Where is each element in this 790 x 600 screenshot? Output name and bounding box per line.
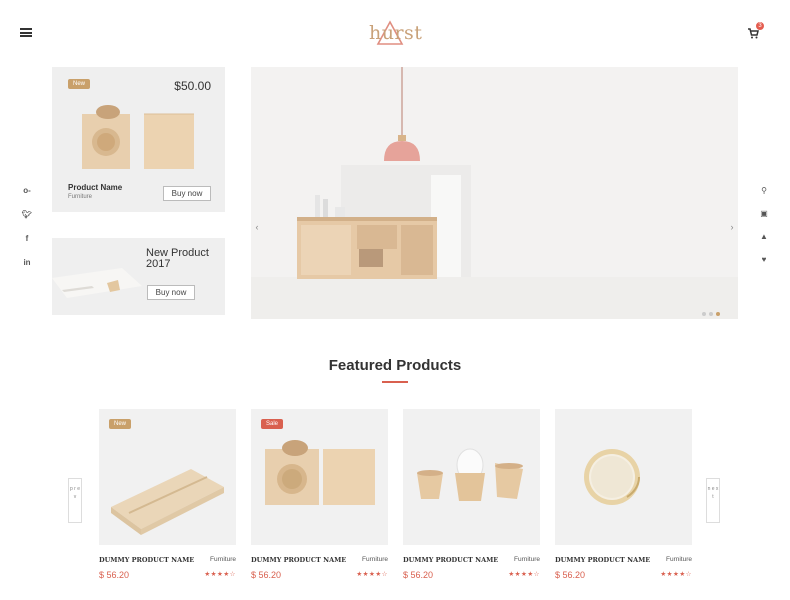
product-image[interactable] <box>403 409 540 545</box>
hero-prev-arrow[interactable]: ‹ <box>251 217 263 237</box>
logo-text: hurst <box>369 22 423 44</box>
promo-price: $50.00 <box>174 79 211 93</box>
slider-dot[interactable] <box>709 312 713 316</box>
next-button[interactable]: n e x t <box>706 478 720 523</box>
featured-title: Featured Products <box>328 357 462 374</box>
twitter-icon[interactable]: 🐦︎ <box>20 210 34 234</box>
slider-dots <box>699 303 720 319</box>
new-badge: New <box>109 419 132 429</box>
product-card[interactable]: New DUMMY PRODUCT NAME Furniture $ 56.20… <box>99 409 236 580</box>
key-icon[interactable]: o- <box>20 186 34 210</box>
facebook-icon[interactable]: f <box>20 234 34 258</box>
product-card[interactable]: DUMMY PRODUCT NAME Furniture $ 56.20 ★★★… <box>403 409 540 580</box>
product-image[interactable]: Sale <box>251 409 388 545</box>
promo-card-new-product[interactable]: New Product 2017 Buy now <box>52 238 225 315</box>
product-name[interactable]: DUMMY PRODUCT NAME <box>403 556 498 564</box>
prev-button[interactable]: p r e v <box>68 478 82 523</box>
product-price: $ 56.20 <box>251 570 282 580</box>
product-name[interactable]: DUMMY PRODUCT NAME <box>99 556 194 564</box>
product-category[interactable]: Furniture <box>514 556 540 563</box>
tray-image <box>111 469 224 535</box>
brass-bowl-image <box>584 449 640 505</box>
wood-block-image <box>265 440 375 505</box>
promo-title: New Product 2017 <box>146 247 209 270</box>
promo-card-product[interactable]: New $50.00 Product Name Furniture Buy no… <box>52 67 225 212</box>
product-name[interactable]: DUMMY PRODUCT NAME <box>251 556 346 564</box>
search-icon[interactable]: ⚲ <box>757 186 771 209</box>
product-price: $ 56.20 <box>403 570 434 580</box>
buy-now-button[interactable]: Buy now <box>147 285 195 300</box>
hero-slider[interactable]: ‹ › <box>251 67 738 319</box>
promo-product-category: Furniture <box>68 194 93 200</box>
product-price: $ 56.20 <box>555 570 586 580</box>
cart-button[interactable]: 3 <box>747 22 764 40</box>
rating-stars: ★★★★☆ <box>660 571 692 578</box>
rating-stars: ★★★★☆ <box>204 571 236 578</box>
cart-count-badge: 3 <box>756 22 764 30</box>
promo-image <box>52 268 142 298</box>
sale-badge: Sale <box>261 419 284 429</box>
menu-icon[interactable] <box>20 28 32 37</box>
product-card[interactable]: DUMMY PRODUCT NAME Furniture $ 56.20 ★★★… <box>555 409 692 580</box>
product-card[interactable]: Sale DUMMY PRODUCT NAME Furniture $ 56.2… <box>251 409 388 580</box>
heart-icon[interactable]: ♥ <box>757 255 771 278</box>
product-category[interactable]: Furniture <box>362 556 388 563</box>
rating-stars: ★★★★☆ <box>356 571 388 578</box>
egg-cups-image <box>417 448 523 501</box>
user-icon[interactable]: ▲ <box>757 232 771 255</box>
right-toolbar: ⚲ ▣ ▲ ♥ <box>757 186 771 278</box>
hero-next-arrow[interactable]: › <box>726 217 738 237</box>
product-category[interactable]: Furniture <box>666 556 692 563</box>
social-links: o- 🐦︎ f in <box>20 186 34 282</box>
logo[interactable]: hurst <box>366 18 426 48</box>
product-image[interactable] <box>555 409 692 545</box>
slider-dot[interactable] <box>702 312 706 316</box>
product-image[interactable]: New <box>99 409 236 545</box>
product-name[interactable]: DUMMY PRODUCT NAME <box>555 556 650 564</box>
product-image <box>82 105 194 169</box>
linkedin-icon[interactable]: in <box>20 258 34 282</box>
buy-now-button[interactable]: Buy now <box>163 186 211 201</box>
hero-image <box>251 67 738 319</box>
promo-product-name: Product Name <box>68 183 123 192</box>
product-category[interactable]: Furniture <box>210 556 236 563</box>
new-badge: New <box>68 79 91 89</box>
rating-stars: ★★★★☆ <box>508 571 540 578</box>
slider-dot-active[interactable] <box>716 312 720 316</box>
product-price: $ 56.20 <box>99 570 130 580</box>
title-underline <box>382 381 408 383</box>
lock-icon[interactable]: ▣ <box>757 209 771 232</box>
